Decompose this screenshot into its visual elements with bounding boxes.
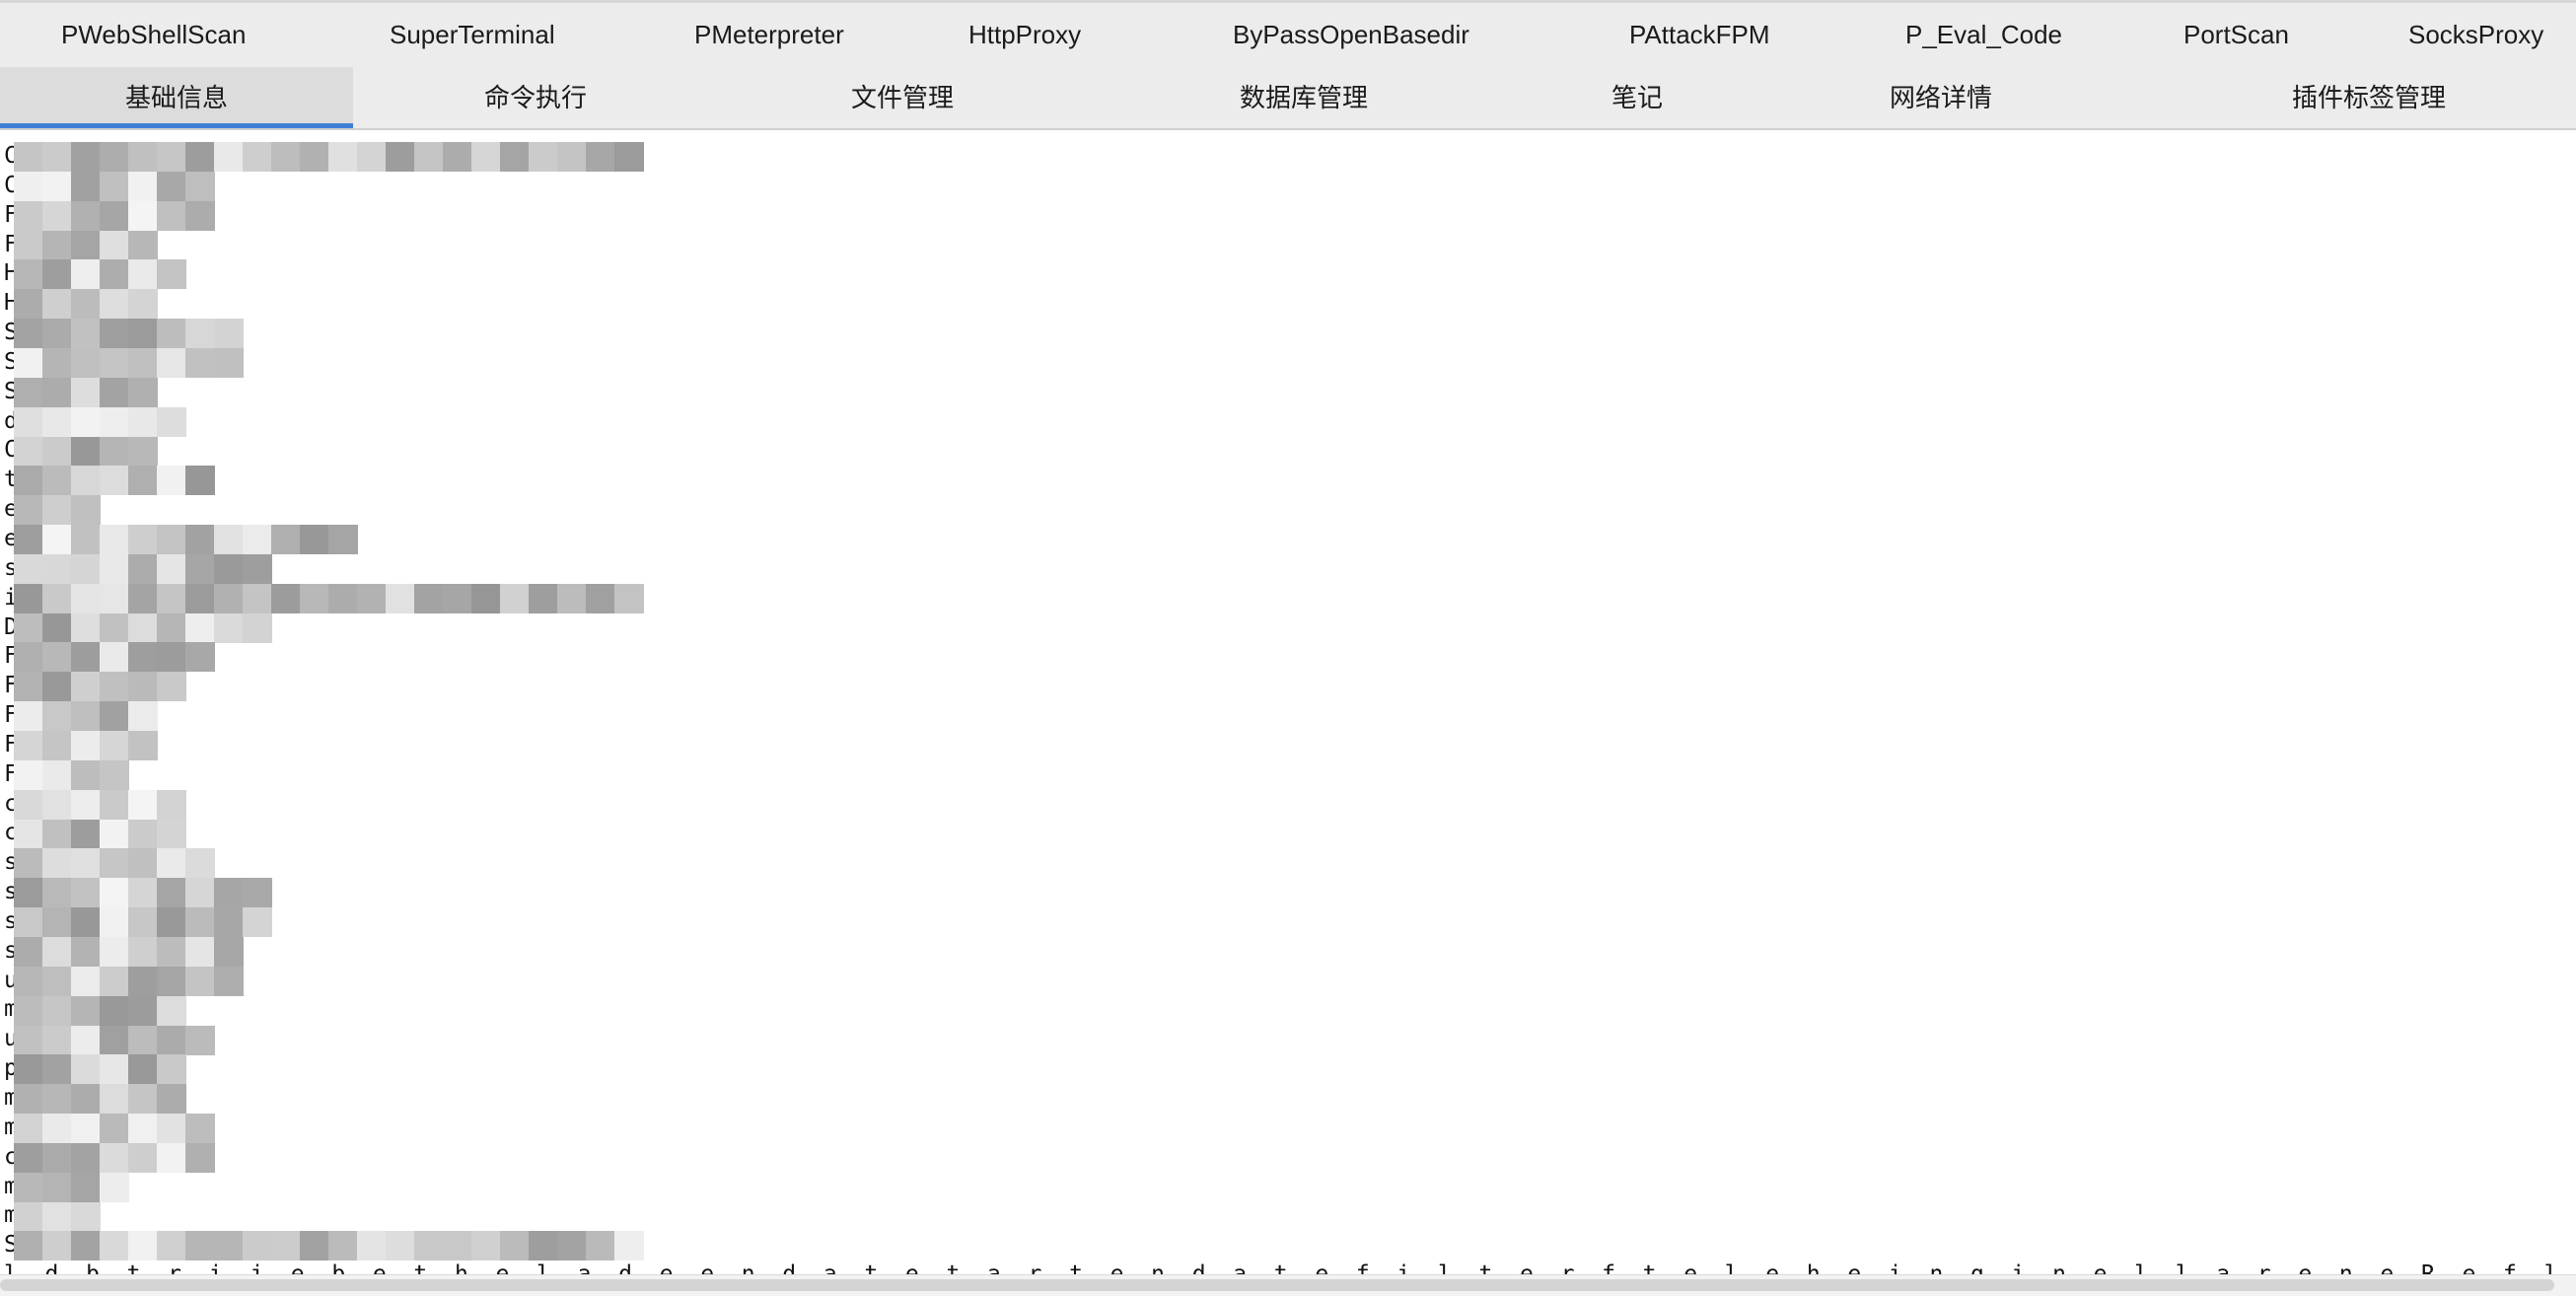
tab-network-details[interactable]: 网络详情 bbox=[1846, 67, 2036, 128]
main-tabbar: 基础信息 命令执行 文件管理 数据库管理 笔记 网络详情 插件标签管理 bbox=[0, 67, 2576, 130]
plugin-tab-pwebshellscan[interactable]: PWebShellScan bbox=[61, 3, 246, 67]
tab-command-exec[interactable]: 命令执行 bbox=[430, 67, 641, 128]
basic-info-panel[interactable]: C 000 C F F H H S S S d C t e e s i ebro… bbox=[0, 138, 2576, 1274]
plugin-tab-portscan[interactable]: PortScan bbox=[2183, 3, 2289, 67]
tab-notes[interactable]: 笔记 bbox=[1578, 67, 1696, 128]
plugin-tab-httpproxy[interactable]: HttpProxy bbox=[968, 3, 1081, 67]
plugin-tab-p-eval-code[interactable]: P_Eval_Code bbox=[1905, 3, 2062, 67]
plugin-tab-superterminal[interactable]: SuperTerminal bbox=[390, 3, 555, 67]
tab-file-manager[interactable]: 文件管理 bbox=[797, 67, 1008, 128]
plugin-tab-bypassopenbasedir[interactable]: ByPassOpenBasedir bbox=[1233, 3, 1469, 67]
tab-database[interactable]: 数据库管理 bbox=[1199, 67, 1408, 128]
plugin-tab-pattackfpm[interactable]: PAttackFPM bbox=[1629, 3, 1770, 67]
tab-plugin-tags[interactable]: 插件标签管理 bbox=[2268, 67, 2469, 128]
tab-basic-info[interactable]: 基础信息 bbox=[0, 67, 353, 128]
horizontal-scrollbar[interactable] bbox=[0, 1274, 2576, 1296]
plugin-toolbar: PWebShellScan SuperTerminal PMeterpreter… bbox=[0, 0, 2576, 67]
plugin-tab-socksproxy[interactable]: SocksProxy bbox=[2408, 3, 2543, 67]
basic-info-text[interactable]: C 000 C F F H H S S S d C t e e s i ebro… bbox=[4, 142, 2576, 1274]
plugin-tab-pmeterpreter[interactable]: PMeterpreter bbox=[694, 3, 844, 67]
scrollbar-thumb[interactable] bbox=[0, 1279, 2554, 1291]
